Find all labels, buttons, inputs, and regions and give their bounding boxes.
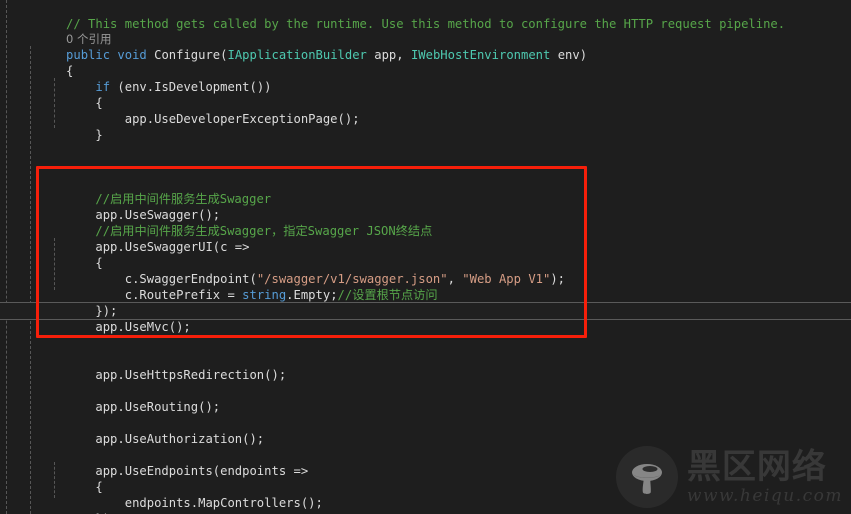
codelens-line[interactable]: 0 个引用 bbox=[0, 15, 111, 46]
keyword-string: string bbox=[242, 288, 287, 302]
call-usemvc: app.UseMvc(); bbox=[66, 320, 191, 334]
call-usehttpsredirection: app.UseHttpsRedirection(); bbox=[66, 368, 287, 382]
code-line-17[interactable]: c.SwaggerEndpoint("/swagger/v1/swagger.j… bbox=[0, 255, 565, 286]
code-line-4[interactable]: { bbox=[0, 47, 73, 78]
member-empty: .Empty; bbox=[286, 288, 338, 302]
code-line-5[interactable]: if (env.IsDevelopment()) bbox=[0, 63, 271, 94]
code-line-31[interactable]: endpoints.MapControllers(); bbox=[0, 479, 323, 510]
code-line-7[interactable]: app.UseDeveloperExceptionPage(); bbox=[0, 95, 360, 126]
code-line-32[interactable]: }); bbox=[0, 495, 117, 514]
if-condition: (env.IsDevelopment()) bbox=[110, 80, 272, 94]
code-line-14[interactable]: //启用中间件服务生成Swagger，指定Swagger JSON终结点 bbox=[0, 207, 432, 238]
call-usedeveloperexceptionpage: app.UseDeveloperExceptionPage(); bbox=[66, 112, 360, 126]
comment-root-access: //设置根节点访问 bbox=[337, 288, 438, 302]
code-line-27[interactable]: app.UseAuthorization(); bbox=[0, 415, 264, 446]
param-env: env) bbox=[550, 48, 588, 62]
code-line-6[interactable]: { bbox=[0, 79, 102, 110]
code-line-1[interactable]: // This method gets called by the runtim… bbox=[0, 0, 785, 31]
comma-17: , bbox=[447, 272, 463, 286]
code-content: // This method gets called by the runtim… bbox=[0, 0, 851, 514]
brace-close-if: } bbox=[66, 128, 103, 142]
code-line-3[interactable]: public void Configure(IApplicationBuilde… bbox=[0, 31, 587, 62]
code-line-19[interactable]: }); bbox=[0, 287, 117, 318]
code-editor[interactable]: // This method gets called by the runtim… bbox=[0, 0, 851, 514]
code-line-25[interactable]: app.UseRouting(); bbox=[0, 383, 220, 414]
comment-text: // This method gets called by the runtim… bbox=[66, 17, 786, 31]
type-iwebhostenvironment: IWebHostEnvironment bbox=[410, 48, 551, 62]
code-line-23[interactable]: app.UseHttpsRedirection(); bbox=[0, 351, 286, 382]
code-line-13[interactable]: app.UseSwagger(); bbox=[0, 191, 220, 222]
type-iapplicationbuilder: IApplicationBuilder bbox=[227, 48, 367, 62]
param-app: app, bbox=[366, 48, 411, 62]
call-useauthorization: app.UseAuthorization(); bbox=[66, 432, 265, 446]
code-line-12[interactable]: //启用中间件服务生成Swagger bbox=[0, 175, 271, 206]
code-line-16[interactable]: { bbox=[0, 239, 102, 270]
keyword-void: void bbox=[117, 48, 147, 62]
call-userouting: app.UseRouting(); bbox=[66, 400, 221, 414]
string-api-title: "Web App V1" bbox=[462, 272, 551, 286]
paren-close-17: ); bbox=[550, 272, 566, 286]
code-line-8[interactable]: } bbox=[0, 111, 102, 142]
code-line-30[interactable]: { bbox=[0, 463, 102, 494]
code-line-15[interactable]: app.UseSwaggerUI(c => bbox=[0, 223, 249, 254]
method-name: Configure( bbox=[146, 48, 228, 62]
code-line-20[interactable]: app.UseMvc(); bbox=[0, 303, 190, 334]
code-line-18[interactable]: c.RoutePrefix = string.Empty;//设置根节点访问 bbox=[0, 271, 438, 302]
code-line-29[interactable]: app.UseEndpoints(endpoints => bbox=[0, 447, 308, 478]
